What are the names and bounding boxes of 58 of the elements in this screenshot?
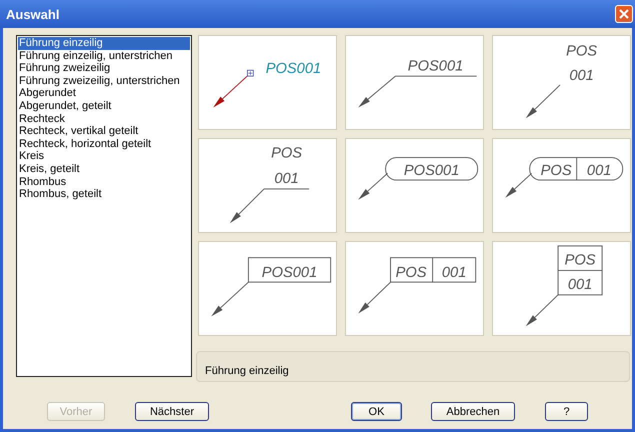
list-item[interactable]: Rechteck xyxy=(18,112,190,126)
preview-tile[interactable]: POS 001 xyxy=(492,35,631,130)
list-item[interactable]: Abgerundet, geteilt xyxy=(18,100,190,113)
label-text: POS001 xyxy=(262,265,318,282)
preview-tile[interactable]: POS001 xyxy=(198,241,337,336)
label-text: 001 xyxy=(569,68,594,84)
window-title: Auswahl xyxy=(6,6,60,22)
list-item[interactable]: Führung zweizeilig, unterstrichen xyxy=(18,74,190,88)
leader-arrow xyxy=(526,84,560,118)
list-item[interactable]: Rechteck, vertikal geteilt xyxy=(18,125,190,138)
preview-tile[interactable]: POS 001 xyxy=(492,138,631,233)
list-item[interactable]: Rhombus xyxy=(18,176,190,188)
preview-tile[interactable]: POS001 xyxy=(198,35,337,130)
label-text: POS xyxy=(271,146,302,162)
list-item[interactable]: Führung zweizeilig xyxy=(18,62,190,75)
label-text: POS xyxy=(540,163,572,180)
leader-arrow xyxy=(358,76,396,108)
label-text: POS001 xyxy=(404,163,460,180)
leader-arrow xyxy=(505,172,532,198)
dialog-button[interactable]: ? xyxy=(545,402,588,421)
list-item[interactable]: Führung einzeilig xyxy=(18,37,190,50)
list-item[interactable]: Rhombus, geteilt xyxy=(18,188,190,201)
leader-arrow xyxy=(526,294,559,326)
label-text: 001 xyxy=(586,163,612,180)
rectangle-frame xyxy=(558,245,603,296)
label-text: 001 xyxy=(442,265,466,282)
grip-icon xyxy=(247,70,254,77)
leader-arrow xyxy=(358,282,391,314)
dialog-button[interactable]: Nächster xyxy=(135,402,209,421)
label-text: POS001 xyxy=(408,58,464,74)
list-item[interactable]: Abgerundet xyxy=(18,87,190,100)
preview-tile[interactable]: POS001 xyxy=(345,35,484,130)
leader-arrow xyxy=(230,188,265,224)
underline xyxy=(264,188,310,190)
list-item[interactable]: Kreis xyxy=(18,150,190,163)
label-text: POS001 xyxy=(266,61,322,78)
list-item[interactable]: Rechteck, horizontal geteilt xyxy=(18,138,190,150)
label-text: POS xyxy=(564,252,596,269)
label-text: POS xyxy=(396,265,427,282)
description-text: Führung einzeilig xyxy=(205,365,289,377)
leader-arrow xyxy=(211,282,249,316)
dialog-button[interactable]: Abbrechen xyxy=(431,402,515,421)
list-item[interactable]: Führung einzeilig, unterstrichen xyxy=(18,50,190,62)
divider-line xyxy=(432,257,434,283)
leader-arrow xyxy=(358,172,388,200)
dialog-button[interactable]: OK xyxy=(351,402,402,421)
preview-tile[interactable]: POS 001 xyxy=(198,138,337,233)
label-text: 001 xyxy=(274,171,299,188)
list-item[interactable]: Kreis, geteilt xyxy=(18,162,190,176)
label-text: 001 xyxy=(568,277,592,293)
preview-tile[interactable]: POS 001 xyxy=(492,241,631,336)
preview-tile[interactable]: POS 001 xyxy=(345,241,484,336)
label-text: POS xyxy=(566,44,598,60)
divider-line xyxy=(576,157,578,181)
divider-line xyxy=(558,270,603,271)
preview-tile[interactable]: POS001 xyxy=(345,138,484,233)
close-icon xyxy=(619,9,629,19)
close-button[interactable] xyxy=(615,5,633,23)
